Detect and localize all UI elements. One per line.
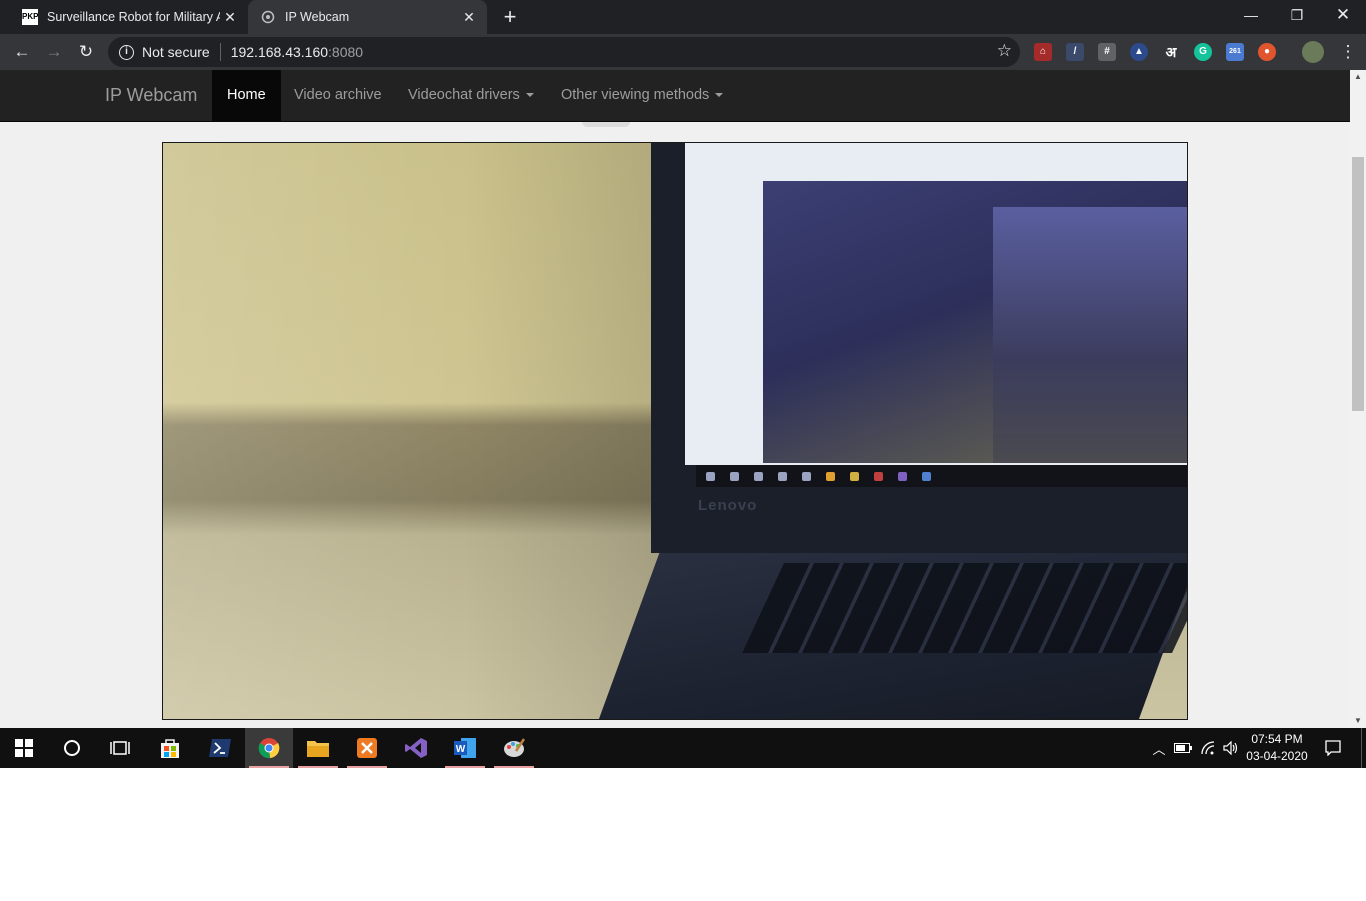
close-tab-icon[interactable]: ✕ <box>220 9 240 26</box>
svg-text:W: W <box>456 744 466 755</box>
site-navbar: IP Webcam Home Video archive Videochat d… <box>0 70 1350 122</box>
feed-taskbar-dot <box>778 472 787 481</box>
scroll-up-icon[interactable]: ▲ <box>1350 70 1366 84</box>
screen: PKP Surveillance Robot for Military Ap ✕… <box>0 0 1366 768</box>
nav-home[interactable]: Home <box>212 70 281 121</box>
laptop-brand-label: Lenovo <box>698 497 758 514</box>
nav-video-archive[interactable]: Video archive <box>279 70 397 121</box>
volume-icon[interactable] <box>1220 728 1242 768</box>
feed-taskbar-dot <box>922 472 931 481</box>
restore-icon[interactable]: ❐ <box>1274 0 1320 30</box>
info-icon[interactable]: i <box>119 44 134 60</box>
clock-time: 07:54 PM <box>1251 732 1303 746</box>
url-host[interactable]: 192.168.43.160 <box>231 44 328 60</box>
tab-strip: PKP Surveillance Robot for Military Ap ✕… <box>0 0 1366 34</box>
powershell-icon[interactable] <box>196 728 244 768</box>
close-window-icon[interactable]: ✕ <box>1320 0 1366 30</box>
caret-down-icon <box>715 93 724 98</box>
feed-inner-taskbar <box>696 465 1187 487</box>
running-indicator <box>298 766 338 768</box>
grid-extension-icon[interactable]: # <box>1098 43 1116 61</box>
windows-start-icon[interactable] <box>0 728 48 768</box>
cursor-extension-icon[interactable]: ▲ <box>1130 43 1148 61</box>
counter-extension-icon[interactable]: 261 <box>1226 43 1244 61</box>
paint-icon[interactable] <box>490 728 538 768</box>
tab-ip-webcam[interactable]: IP Webcam ✕ <box>248 0 487 34</box>
divider <box>219 43 221 61</box>
new-tab-button[interactable]: + <box>496 3 524 31</box>
clock-date: 03-04-2020 <box>1246 749 1308 763</box>
feed-taskbar-dot <box>802 472 811 481</box>
reload-icon[interactable]: ↻ <box>72 38 100 66</box>
close-tab-icon[interactable]: ✕ <box>459 9 479 26</box>
nav-label: Videochat drivers <box>408 87 520 103</box>
bookmark-star-icon[interactable]: ☆ <box>997 41 1012 61</box>
webcam-video-feed[interactable]: Lenovo <box>162 142 1188 720</box>
tab-title: IP Webcam <box>285 10 350 24</box>
feed-taskbar-dot <box>730 472 739 481</box>
word-icon[interactable]: W <box>441 728 489 768</box>
feed-keyboard <box>742 563 1187 653</box>
fox-extension-icon[interactable]: ● <box>1258 43 1276 61</box>
minimize-icon[interactable]: — <box>1228 0 1274 30</box>
show-desktop-button[interactable] <box>1361 728 1362 768</box>
visual-studio-icon[interactable] <box>392 728 440 768</box>
pull-handle[interactable] <box>582 122 630 127</box>
search-icon[interactable] <box>48 728 96 768</box>
feed-wall <box>163 143 663 719</box>
url-port[interactable]: :8080 <box>328 44 363 60</box>
pdf-extension-icon[interactable]: ⌂ <box>1034 43 1052 61</box>
hidden-icons-chevron-icon[interactable]: ︿ <box>1150 728 1168 768</box>
grammarly-extension-icon[interactable]: G <box>1194 43 1212 61</box>
file-explorer-icon[interactable] <box>294 728 342 768</box>
address-bar[interactable]: i Not secure 192.168.43.160:8080 ☆ <box>108 37 1020 67</box>
running-indicator <box>347 766 387 768</box>
nav-videochat-drivers[interactable]: Videochat drivers <box>393 70 549 121</box>
store-icon[interactable] <box>146 728 194 768</box>
system-clock[interactable]: 07:54 PM 03-04-2020 <box>1242 731 1312 765</box>
webcam-tab-icon <box>260 9 276 25</box>
windows-taskbar: W ︿ 07:54 PM 03-04-2020 <box>0 728 1366 768</box>
chrome-taskbar-icon[interactable] <box>245 728 293 768</box>
feed-taskbar-dot <box>874 472 883 481</box>
scrollbar-thumb[interactable] <box>1352 157 1364 411</box>
pkp-icon: PKP <box>22 9 38 25</box>
web-page: IP Webcam Home Video archive Videochat d… <box>0 70 1366 728</box>
battery-icon[interactable] <box>1172 728 1194 768</box>
feed-taskbar-dot <box>754 472 763 481</box>
feed-taskbar-dot <box>850 472 859 481</box>
forward-icon[interactable]: → <box>40 38 68 66</box>
tab-surveillance-robot[interactable]: PKP Surveillance Robot for Military Ap ✕ <box>10 0 248 34</box>
active-indicator <box>249 766 289 768</box>
hindi-extension-icon[interactable]: अ <box>1162 43 1180 61</box>
menu-kebab-icon[interactable]: ⋮ <box>1334 38 1362 66</box>
site-brand[interactable]: IP Webcam <box>105 70 197 121</box>
browser-toolbar: ← → ↻ i Not secure 192.168.43.160:8080 ☆… <box>0 34 1366 70</box>
feed-taskbar-dot <box>706 472 715 481</box>
feed-inner-laptop <box>993 207 1187 463</box>
scroll-down-icon[interactable]: ▼ <box>1350 714 1366 728</box>
nav-label: Other viewing methods <box>561 87 710 103</box>
xampp-icon[interactable] <box>343 728 391 768</box>
back-icon[interactable]: ← <box>8 38 36 66</box>
running-indicator <box>445 766 485 768</box>
notifications-icon[interactable] <box>1320 728 1346 768</box>
tab-title: Surveillance Robot for Military Ap <box>47 10 220 24</box>
task-view-icon[interactable] <box>96 728 144 768</box>
feed-taskbar-dot <box>898 472 907 481</box>
caret-down-icon <box>525 93 534 98</box>
profile-avatar[interactable] <box>1302 41 1324 63</box>
eyedropper-extension-icon[interactable]: / <box>1066 43 1084 61</box>
nav-other-viewing-methods[interactable]: Other viewing methods <box>546 70 738 121</box>
wifi-icon[interactable] <box>1198 728 1220 768</box>
security-label[interactable]: Not secure <box>142 44 210 60</box>
feed-taskbar-dot <box>826 472 835 481</box>
running-indicator <box>494 766 534 768</box>
